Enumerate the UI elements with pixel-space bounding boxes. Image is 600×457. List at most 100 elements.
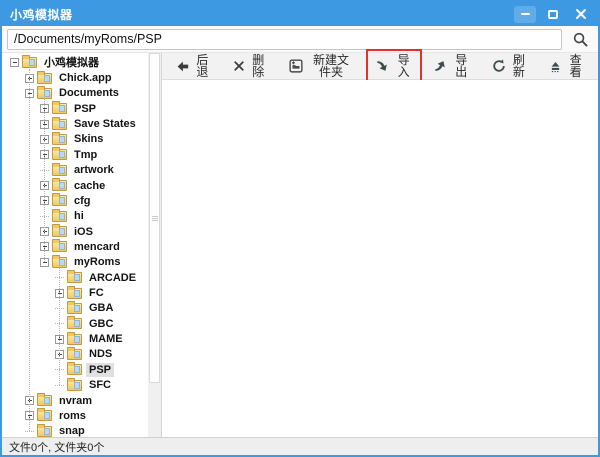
toolbar: 后退删除新建文件夹导入导出刷新查看	[162, 53, 598, 80]
folder-tree-panel: 小鸡模拟器Chick.appDocumentsPSPSave StatesSki…	[2, 53, 162, 437]
folder-icon	[67, 349, 82, 360]
toolbar-button-new-folder[interactable]: 新建文件夹	[279, 49, 364, 83]
tree-item-label: 小鸡模拟器	[41, 56, 102, 70]
back-arrow-icon	[176, 60, 189, 73]
tree-item-PSP[interactable]: PSP	[2, 101, 148, 116]
tree-item-Save-States[interactable]: Save States	[2, 116, 148, 131]
tree-item-label: Tmp	[71, 148, 100, 162]
tree-item-GBA[interactable]: GBA	[2, 301, 148, 316]
folder-icon	[37, 410, 52, 421]
folder-icon	[22, 57, 37, 68]
tree-item-label: artwork	[71, 163, 117, 177]
tree-scrollbar-thumb[interactable]	[149, 53, 160, 383]
main-area: 小鸡模拟器Chick.appDocumentsPSPSave StatesSki…	[2, 53, 598, 437]
tree-item-NDS[interactable]: NDS	[2, 347, 148, 362]
folder-icon	[52, 165, 67, 176]
close-icon	[575, 8, 587, 20]
tree-item-Chick.app[interactable]: Chick.app	[2, 70, 148, 85]
tree-item-label: PSP	[86, 363, 114, 377]
window-title: 小鸡模拟器	[10, 6, 73, 23]
toolbar-button-export[interactable]: 导出	[424, 49, 480, 83]
status-text: 文件0个, 文件夹0个	[9, 439, 104, 455]
delete-x-icon	[233, 60, 245, 72]
folder-icon	[67, 334, 82, 345]
tree-item-label: cache	[71, 179, 108, 193]
tree-item-FC[interactable]: FC	[2, 285, 148, 300]
tree-item-label: mencard	[71, 240, 123, 254]
tree-item-ARCADE[interactable]: ARCADE	[2, 270, 148, 285]
tree-item-label: MAME	[86, 332, 126, 346]
folder-icon	[52, 241, 67, 252]
tree-item-Skins[interactable]: Skins	[2, 132, 148, 147]
tree-item-label: FC	[86, 286, 107, 300]
tree-item-Documents[interactable]: Documents	[2, 86, 148, 101]
tree-item-label: ARCADE	[86, 271, 139, 285]
tree-item-label: GBC	[86, 317, 116, 331]
tree-item-label: cfg	[71, 194, 94, 208]
folder-icon	[67, 303, 82, 314]
tree-item-label: nvram	[56, 394, 95, 408]
view-icon	[549, 60, 562, 73]
folder-icon	[37, 426, 52, 437]
toolbar-button-view[interactable]: 查看	[539, 49, 594, 83]
toolbar-button-delete[interactable]: 删除	[223, 49, 277, 83]
maximize-button[interactable]	[542, 6, 564, 23]
tree-item-myRoms[interactable]: myRoms	[2, 255, 148, 270]
tree-item-mencard[interactable]: mencard	[2, 239, 148, 254]
tree-item-cache[interactable]: cache	[2, 178, 148, 193]
minimize-icon	[521, 13, 530, 15]
tree-item-Tmp[interactable]: Tmp	[2, 147, 148, 162]
maximize-icon	[548, 10, 558, 19]
import-arrow-icon	[376, 59, 390, 73]
toolbar-button-label: 查看	[567, 54, 584, 78]
toolbar-button-label: 导入	[395, 54, 412, 78]
refresh-icon	[492, 59, 506, 73]
toolbar-button-import[interactable]: 导入	[366, 49, 422, 83]
tree-item-label: Skins	[71, 132, 106, 146]
tree-guide-line	[44, 99, 45, 262]
tree-item-label: Save States	[71, 117, 139, 131]
tree-item-label: Documents	[56, 86, 122, 100]
tree-item-GBC[interactable]: GBC	[2, 316, 148, 331]
folder-icon	[52, 180, 67, 191]
tree-item-label: roms	[56, 409, 89, 423]
toolbar-button-refresh[interactable]: 刷新	[482, 49, 538, 83]
tree-item-artwork[interactable]: artwork	[2, 163, 148, 178]
close-button[interactable]	[570, 6, 592, 23]
folder-icon	[52, 149, 67, 160]
tree-item-PSP[interactable]: PSP	[2, 362, 148, 377]
tree-item-snap[interactable]: snap	[2, 424, 148, 437]
tree-item-SFC[interactable]: SFC	[2, 378, 148, 393]
address-input[interactable]	[7, 29, 562, 50]
toolbar-button-label: 后退	[194, 54, 211, 78]
folder-icon	[52, 195, 67, 206]
tree-scrollbar[interactable]	[148, 53, 161, 437]
file-list-area[interactable]	[162, 80, 598, 437]
toolbar-button-back[interactable]: 后退	[166, 49, 221, 83]
folder-icon	[37, 88, 52, 99]
collapse-minus-icon[interactable]	[10, 58, 19, 67]
folder-icon	[67, 380, 82, 391]
folder-icon	[37, 395, 52, 406]
folder-icon	[52, 226, 67, 237]
export-arrow-icon	[434, 59, 448, 73]
tree-item-nvram[interactable]: nvram	[2, 393, 148, 408]
folder-icon	[52, 103, 67, 114]
toolbar-button-label: 刷新	[511, 54, 528, 78]
title-bar: 小鸡模拟器	[2, 2, 598, 26]
tree-item-iOS[interactable]: iOS	[2, 224, 148, 239]
tree-item-MAME[interactable]: MAME	[2, 331, 148, 346]
tree-item-label: Chick.app	[56, 71, 115, 85]
folder-icon	[37, 73, 52, 84]
tree-item-label: iOS	[71, 225, 96, 239]
tree-item-hi[interactable]: hi	[2, 209, 148, 224]
tree-item--[interactable]: 小鸡模拟器	[2, 55, 148, 70]
tree-item-label: SFC	[86, 378, 114, 392]
tree-guide-line	[59, 268, 60, 385]
folder-icon	[52, 134, 67, 145]
tree-item-roms[interactable]: roms	[2, 408, 148, 423]
minimize-button[interactable]	[514, 6, 536, 23]
toolbar-button-label: 新建文件夹	[308, 54, 354, 78]
folder-icon	[67, 318, 82, 329]
tree-item-cfg[interactable]: cfg	[2, 193, 148, 208]
